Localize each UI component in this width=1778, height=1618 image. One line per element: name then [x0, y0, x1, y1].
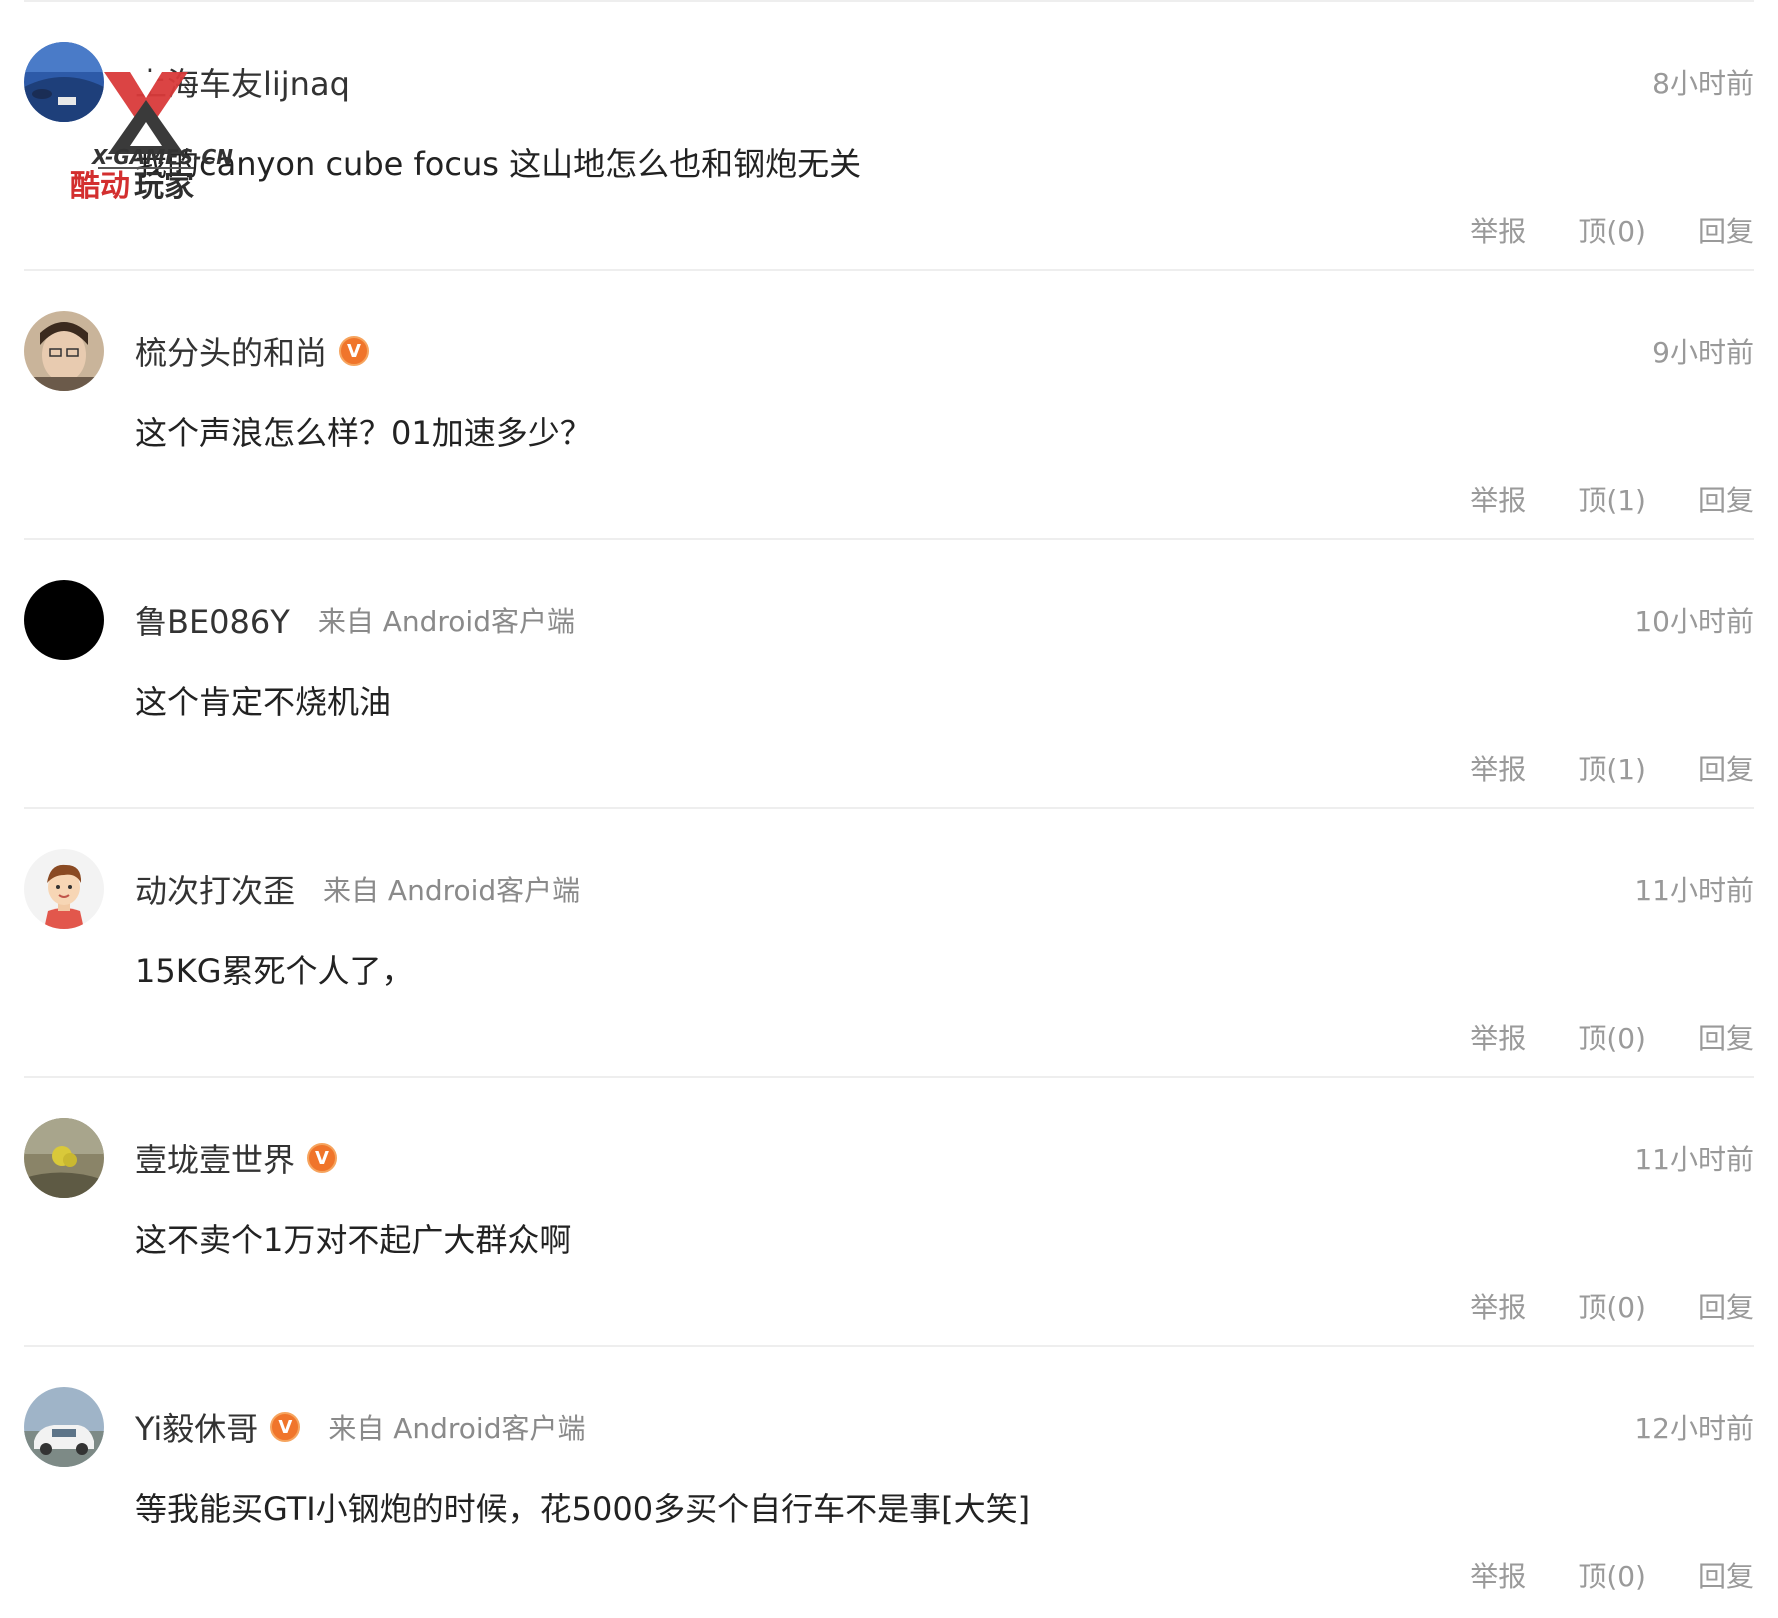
comment-item: 上海车友lijnaq 8小时前 我的canyon cube focus 这山地怎… [24, 2, 1754, 271]
reply-button[interactable]: 回复 [1698, 1017, 1754, 1057]
avatar[interactable] [24, 580, 104, 660]
report-button[interactable]: 举报 [1470, 1286, 1526, 1326]
badge-letter: V [278, 1416, 293, 1438]
verified-badge-icon: V [307, 1143, 338, 1173]
avatar[interactable] [24, 42, 104, 122]
client-source: 来自 Android客户端 [328, 1412, 586, 1445]
comment-text: 这个声浪怎么样？01加速多少？ [135, 414, 592, 452]
comment-item: 鲁BE086Y 来自 Android客户端 10小时前 这个肯定不烧机油 举报 … [24, 540, 1754, 809]
username[interactable]: 动次打次歪 [135, 866, 295, 912]
comment-item: 动次打次歪 来自 Android客户端 11小时前 15KG累死个人了， 举报 … [24, 809, 1754, 1078]
reply-button[interactable]: 回复 [1698, 479, 1754, 519]
comment-actions: 举报 顶(0) 回复 [1418, 1286, 1754, 1326]
comment-item: 梳分头的和尚 V 9小时前 这个声浪怎么样？01加速多少？ 举报 顶(1) 回复 [24, 271, 1754, 540]
timestamp: 12小时前 [1634, 1412, 1754, 1445]
avatar[interactable] [24, 1118, 104, 1198]
reply-button[interactable]: 回复 [1698, 210, 1754, 250]
username[interactable]: 梳分头的和尚 [135, 328, 327, 374]
timestamp: 10小时前 [1634, 605, 1754, 638]
report-button[interactable]: 举报 [1470, 1555, 1526, 1595]
comment-item: 壹垅壹世界 V 11小时前 这不卖个1万对不起广大群众啊 举报 顶(0) 回复 [24, 1078, 1754, 1347]
comment-actions: 举报 顶(1) 回复 [1418, 748, 1754, 788]
comment-text: 这不卖个1万对不起广大群众啊 [135, 1221, 572, 1259]
badge-letter: V [347, 340, 361, 362]
svg-text:酷动: 酷动 [70, 169, 130, 204]
like-button[interactable]: 顶(0) [1578, 1555, 1646, 1595]
badge-letter: V [315, 1147, 329, 1169]
comment-text: 我的canyon cube focus 这山地怎么也和钢炮无关 [135, 145, 862, 183]
comment-text: 15KG累死个人了， [135, 952, 414, 990]
comment-actions: 举报 顶(0) 回复 [1418, 1017, 1754, 1057]
avatar[interactable] [24, 311, 104, 391]
timestamp: 9小时前 [1652, 336, 1754, 369]
like-button[interactable]: 顶(1) [1578, 479, 1646, 519]
reply-button[interactable]: 回复 [1698, 1286, 1754, 1326]
verified-badge-icon: V [270, 1412, 301, 1442]
like-button[interactable]: 顶(0) [1578, 1017, 1646, 1057]
client-source: 来自 Android客户端 [323, 874, 581, 907]
reply-button[interactable]: 回复 [1698, 1555, 1754, 1595]
timestamp: 8小时前 [1652, 67, 1754, 100]
report-button[interactable]: 举报 [1470, 479, 1526, 519]
avatar[interactable] [24, 1387, 104, 1467]
username[interactable]: Yi毅休哥 [135, 1404, 258, 1450]
like-button[interactable]: 顶(0) [1578, 210, 1646, 250]
comment-item: Yi毅休哥 V 来自 Android客户端 12小时前 等我能买GTI小钢炮的时… [24, 1347, 1754, 1616]
comment-text: 这个肯定不烧机油 [135, 683, 392, 721]
report-button[interactable]: 举报 [1470, 748, 1526, 788]
like-button[interactable]: 顶(0) [1578, 1286, 1646, 1326]
comment-list: 上海车友lijnaq 8小时前 我的canyon cube focus 这山地怎… [0, 2, 1778, 1616]
like-button[interactable]: 顶(1) [1578, 748, 1646, 788]
comment-actions: 举报 顶(0) 回复 [1418, 210, 1754, 250]
username[interactable]: 上海车友lijnaq [135, 59, 350, 105]
client-source: 来自 Android客户端 [317, 605, 575, 638]
username[interactable]: 壹垅壹世界 [135, 1135, 295, 1181]
comment-text: 等我能买GTI小钢炮的时候，花5000多买个自行车不是事[大笑] [135, 1490, 1031, 1528]
comment-actions: 举报 顶(1) 回复 [1418, 479, 1754, 519]
username[interactable]: 鲁BE086Y [135, 597, 290, 643]
report-button[interactable]: 举报 [1470, 210, 1526, 250]
reply-button[interactable]: 回复 [1698, 748, 1754, 788]
timestamp: 11小时前 [1634, 1143, 1754, 1176]
timestamp: 11小时前 [1634, 874, 1754, 907]
comment-actions: 举报 顶(0) 回复 [1418, 1555, 1754, 1595]
verified-badge-icon: V [339, 336, 370, 366]
avatar[interactable] [24, 849, 104, 929]
report-button[interactable]: 举报 [1470, 1017, 1526, 1057]
